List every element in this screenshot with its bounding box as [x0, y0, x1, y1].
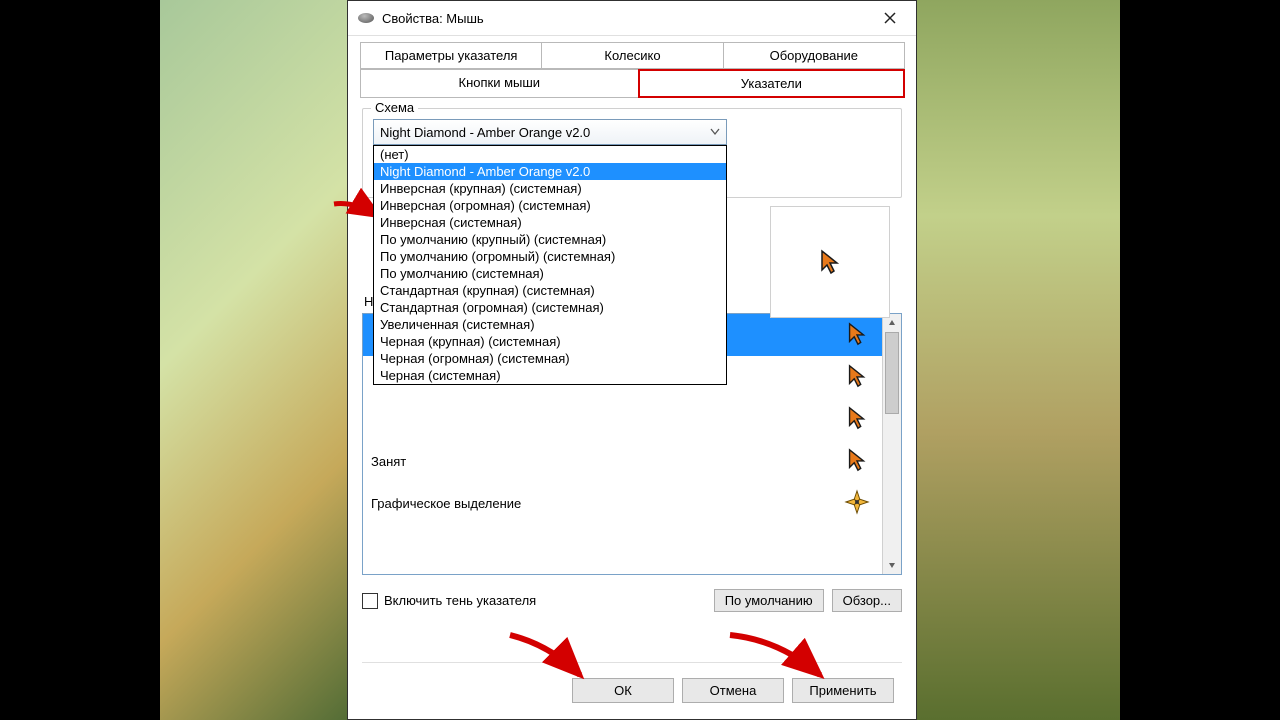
- scheme-option[interactable]: По умолчанию (системная): [374, 265, 726, 282]
- window-title: Свойства: Мышь: [382, 11, 870, 26]
- scheme-selected-text: Night Diamond - Amber Orange v2.0: [380, 125, 590, 140]
- scheme-option[interactable]: Инверсная (огромная) (системная): [374, 197, 726, 214]
- tab-wheel[interactable]: Колесико: [541, 42, 723, 69]
- scheme-label: Схема: [371, 100, 418, 115]
- cursor-icon: [844, 321, 870, 350]
- scheme-group: Схема Night Diamond - Amber Orange v2.0 …: [362, 108, 902, 198]
- scroll-down-button[interactable]: [883, 556, 901, 574]
- mouse-properties-dialog: Свойства: Мышь Параметры указателя Колес…: [347, 0, 917, 720]
- scheme-option[interactable]: Стандартная (крупная) (системная): [374, 282, 726, 299]
- cursor-type-label: Занят: [371, 454, 406, 469]
- titlebar: Свойства: Мышь: [348, 1, 916, 36]
- cursor-preview: [770, 206, 890, 318]
- scroll-track[interactable]: [883, 332, 901, 556]
- cursor-list-row[interactable]: Занят: [363, 440, 882, 482]
- scheme-option[interactable]: Стандартная (огромная) (системная): [374, 299, 726, 316]
- cursor-list-row[interactable]: Графическое выделение: [363, 482, 882, 524]
- tab-pointer-params[interactable]: Параметры указателя: [360, 42, 542, 69]
- scheme-combobox[interactable]: Night Diamond - Amber Orange v2.0: [373, 119, 727, 145]
- cursor-type-label: Графическое выделение: [371, 496, 521, 511]
- tab-buttons[interactable]: Кнопки мыши: [360, 69, 639, 98]
- precision-select-icon: [844, 489, 870, 518]
- cursor-list-scrollbar[interactable]: [882, 314, 901, 574]
- mouse-icon: [358, 13, 374, 23]
- scheme-option[interactable]: Night Diamond - Amber Orange v2.0: [374, 163, 726, 180]
- tab-pointers[interactable]: Указатели: [638, 69, 905, 98]
- close-icon: [884, 12, 896, 24]
- scheme-option[interactable]: Инверсная (системная): [374, 214, 726, 231]
- scroll-thumb[interactable]: [885, 332, 899, 414]
- scheme-option[interactable]: По умолчанию (крупный) (системная): [374, 231, 726, 248]
- defaults-button[interactable]: По умолчанию: [714, 589, 824, 612]
- scheme-option[interactable]: Увеличенная (системная): [374, 316, 726, 333]
- scheme-dropdown-list[interactable]: (нет)Night Diamond - Amber Orange v2.0Ин…: [373, 145, 727, 385]
- shadow-checkbox-label: Включить тень указателя: [384, 593, 536, 608]
- cursor-preview-icon: [816, 248, 844, 276]
- cursor-icon: [844, 447, 870, 476]
- scheme-option[interactable]: Инверсная (крупная) (системная): [374, 180, 726, 197]
- scheme-option[interactable]: (нет): [374, 146, 726, 163]
- scheme-option[interactable]: Черная (системная): [374, 367, 726, 384]
- cursor-icon: [844, 363, 870, 392]
- close-button[interactable]: [870, 5, 910, 31]
- tab-strip: Параметры указателя Колесико Оборудовани…: [360, 42, 904, 98]
- shadow-checkbox[interactable]: [362, 593, 378, 609]
- ok-button[interactable]: ОК: [572, 678, 674, 703]
- chevron-down-icon: [710, 127, 720, 137]
- cursor-list-row[interactable]: [363, 398, 882, 440]
- browse-button[interactable]: Обзор...: [832, 589, 902, 612]
- tab-hardware[interactable]: Оборудование: [723, 42, 905, 69]
- scheme-option[interactable]: По умолчанию (огромный) (системная): [374, 248, 726, 265]
- apply-button[interactable]: Применить: [792, 678, 894, 703]
- cursor-icon: [844, 405, 870, 434]
- scheme-option[interactable]: Черная (крупная) (системная): [374, 333, 726, 350]
- scheme-option[interactable]: Черная (огромная) (системная): [374, 350, 726, 367]
- cancel-button[interactable]: Отмена: [682, 678, 784, 703]
